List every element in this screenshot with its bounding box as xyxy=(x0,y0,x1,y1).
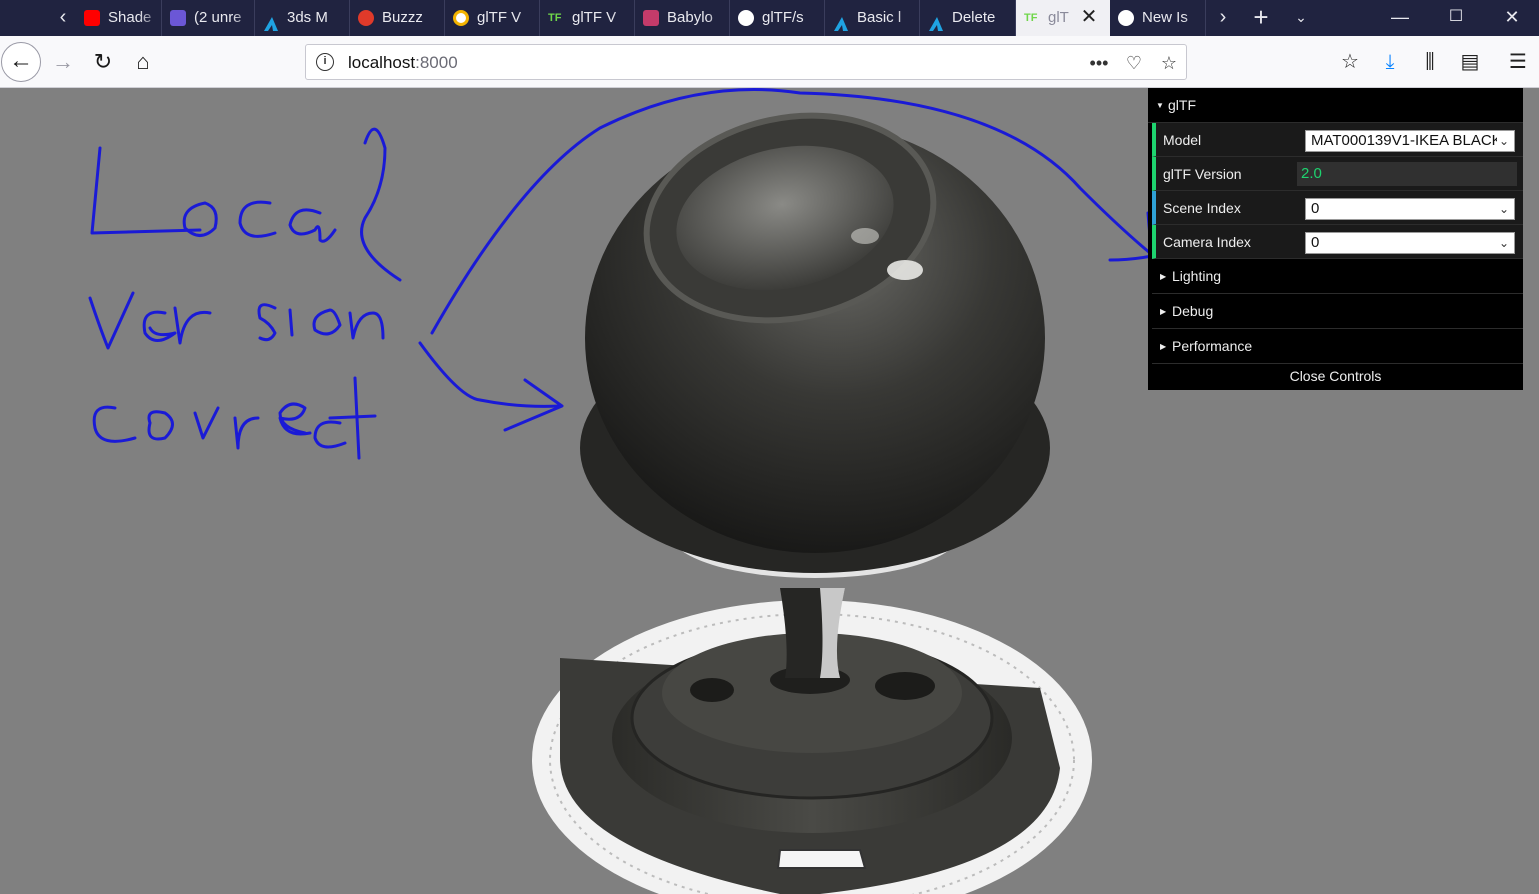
tab-0[interactable]: Shade xyxy=(76,0,162,36)
gltf-folder-title[interactable]: ▼ glTF xyxy=(1148,88,1523,123)
github-icon xyxy=(738,10,754,26)
tab-7[interactable]: glTF/s xyxy=(730,0,825,36)
list-tabs-icon[interactable]: ⌄ xyxy=(1286,0,1316,36)
tab-5[interactable]: TF glTF V xyxy=(540,0,635,36)
autodesk-icon xyxy=(263,10,279,31)
reader-icon[interactable]: ☆ xyxy=(1335,47,1365,77)
close-window-icon[interactable]: ✕ xyxy=(1484,0,1539,36)
camera-index-row: Camera Index 0 ⌄ xyxy=(1152,225,1523,259)
autodesk-icon xyxy=(928,10,944,31)
reload-button[interactable]: ↻ xyxy=(87,46,119,78)
tab-3[interactable]: Buzzz xyxy=(350,0,445,36)
babylon-icon xyxy=(643,10,659,26)
tabs-scroll-left-icon[interactable]: ‹ xyxy=(48,0,78,36)
navigation-bar: ← → ↻ ⌂ i localhost:8000 ••• ♡ ☆ ☆ ⤓ ⫼ ▤… xyxy=(0,36,1539,88)
gltf-icon: TF xyxy=(548,12,562,24)
tab-close-icon[interactable]: ✕ xyxy=(1078,6,1100,28)
site-info-icon[interactable]: i xyxy=(316,53,334,71)
downloads-icon[interactable]: ⤓ xyxy=(1375,47,1405,77)
chevron-down-icon: ⌄ xyxy=(1497,233,1511,253)
caret-right-icon: ▶ xyxy=(1160,307,1167,317)
back-button[interactable]: ← xyxy=(1,42,41,82)
tab-active[interactable]: TF glT ✕ xyxy=(1016,0,1110,36)
tomato-icon xyxy=(358,10,374,26)
debug-folder[interactable]: ▶ Debug xyxy=(1152,294,1523,329)
performance-folder[interactable]: ▶ Performance xyxy=(1152,329,1523,364)
tab-2[interactable]: 3ds M xyxy=(255,0,350,36)
chevron-down-icon: ⌄ xyxy=(1497,131,1511,151)
tab-8[interactable]: Basic l xyxy=(825,0,920,36)
tab-6[interactable]: Babylo xyxy=(635,0,730,36)
pocket-icon[interactable]: ♡ xyxy=(1121,50,1147,76)
model-select[interactable]: MAT000139V1-IKEA BLACK ⌄ xyxy=(1305,130,1515,152)
bookmark-star-icon[interactable]: ☆ xyxy=(1156,50,1182,76)
maximize-icon[interactable]: ☐ xyxy=(1428,0,1484,36)
url-bar[interactable]: i localhost:8000 ••• ♡ ☆ xyxy=(305,44,1187,80)
gltf-controls-panel: ▼ glTF Model MAT000139V1-IKEA BLACK ⌄ glT… xyxy=(1148,88,1523,390)
home-button[interactable]: ⌂ xyxy=(127,46,159,78)
model-row: Model MAT000139V1-IKEA BLACK ⌄ xyxy=(1152,123,1523,157)
lighting-folder[interactable]: ▶ Lighting xyxy=(1152,259,1523,294)
library-icon[interactable]: ⫼ xyxy=(1415,47,1445,77)
gltf-version-row: glTF Version 2.0 xyxy=(1152,157,1523,191)
sidebar-icon[interactable]: ▤ xyxy=(1455,47,1485,77)
autodesk-icon xyxy=(833,10,849,31)
tab-11[interactable]: New Is xyxy=(1110,0,1206,36)
tab-1[interactable]: (2 unre xyxy=(162,0,255,36)
gltf-icon: TF xyxy=(1024,12,1038,24)
forward-button[interactable]: → xyxy=(47,46,79,78)
caret-right-icon: ▶ xyxy=(1160,342,1167,352)
github-icon xyxy=(1118,10,1134,26)
tab-4[interactable]: glTF V xyxy=(445,0,540,36)
url-text[interactable]: localhost:8000 xyxy=(348,45,458,81)
scene-index-row: Scene Index 0 ⌄ xyxy=(1152,191,1523,225)
mail-icon xyxy=(170,10,186,26)
tabs-scroll-right-icon[interactable]: › xyxy=(1208,0,1238,36)
youtube-icon xyxy=(84,10,100,26)
gltf-version-field[interactable]: 2.0 xyxy=(1297,162,1517,186)
circle-icon xyxy=(453,10,469,26)
new-tab-icon[interactable]: + xyxy=(1246,0,1276,36)
tab-strip-spacer xyxy=(0,0,48,36)
camera-index-select[interactable]: 0 ⌄ xyxy=(1305,232,1515,254)
tab-strip: ‹ Shade (2 unre 3ds M Buzzz glTF V TF gl… xyxy=(0,0,1539,36)
scene-index-select[interactable]: 0 ⌄ xyxy=(1305,198,1515,220)
caret-right-icon: ▶ xyxy=(1160,272,1167,282)
page-actions-icon[interactable]: ••• xyxy=(1086,50,1112,76)
chevron-down-icon: ⌄ xyxy=(1497,199,1511,219)
tab-9[interactable]: Delete xyxy=(920,0,1016,36)
minimize-icon[interactable]: — xyxy=(1372,0,1428,36)
caret-down-icon: ▼ xyxy=(1156,101,1164,111)
menu-icon[interactable]: ☰ xyxy=(1503,47,1533,77)
close-controls-button[interactable]: Close Controls xyxy=(1148,364,1523,390)
